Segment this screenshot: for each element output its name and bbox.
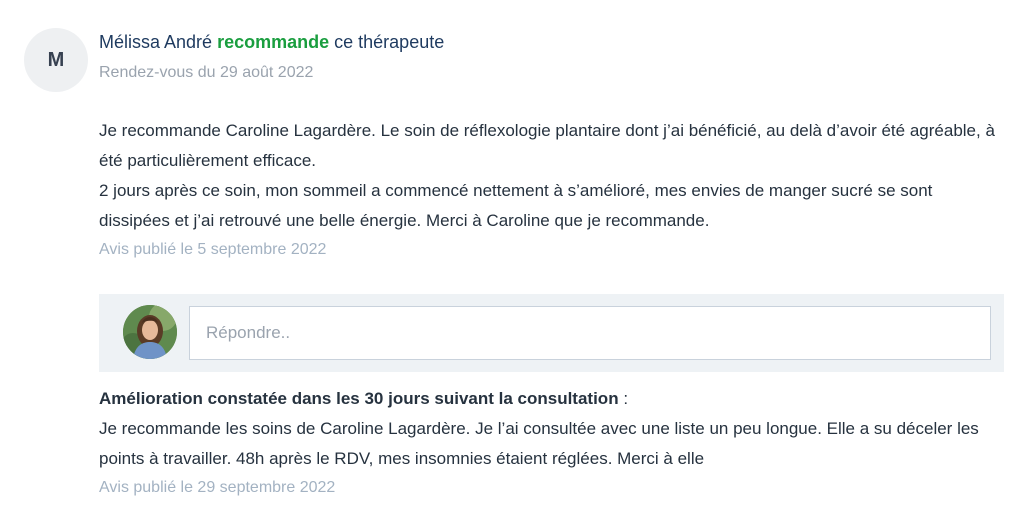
improvement-section: Amélioration constatée dans les 30 jours… [99, 384, 1004, 502]
appointment-date: Rendez-vous du 29 août 2022 [99, 64, 314, 81]
reply-input[interactable] [189, 306, 991, 360]
reply-box [99, 294, 1004, 372]
improvement-text: Je recommande les soins de Caroline Laga… [99, 419, 979, 468]
improvement-published-date: Avis publié le 29 septembre 2022 [99, 479, 336, 496]
therapist-avatar [123, 305, 177, 359]
recommend-object: ce thérapeute [334, 32, 445, 52]
improvement-colon: : [618, 389, 629, 408]
review-header: Mélissa André recommande ce thérapeute [99, 32, 444, 53]
review-body: Je recommande Caroline Lagardère. Le soi… [99, 116, 1004, 264]
author-name[interactable]: Mélissa André [99, 32, 212, 52]
improvement-heading: Amélioration constatée dans les 30 jours… [99, 384, 1004, 414]
review-paragraph-1: Je recommande Caroline Lagardère. Le soi… [99, 121, 995, 170]
recommend-label: recommande [217, 32, 330, 52]
therapist-photo-icon [123, 305, 177, 359]
improvement-title: Amélioration constatée dans les 30 jours… [99, 389, 619, 408]
author-avatar: M [24, 28, 88, 92]
review-published-date: Avis publié le 5 septembre 2022 [99, 241, 327, 258]
author-avatar-letter: M [47, 48, 65, 71]
review-paragraph-2: 2 jours après ce soin, mon sommeil a com… [99, 181, 933, 230]
